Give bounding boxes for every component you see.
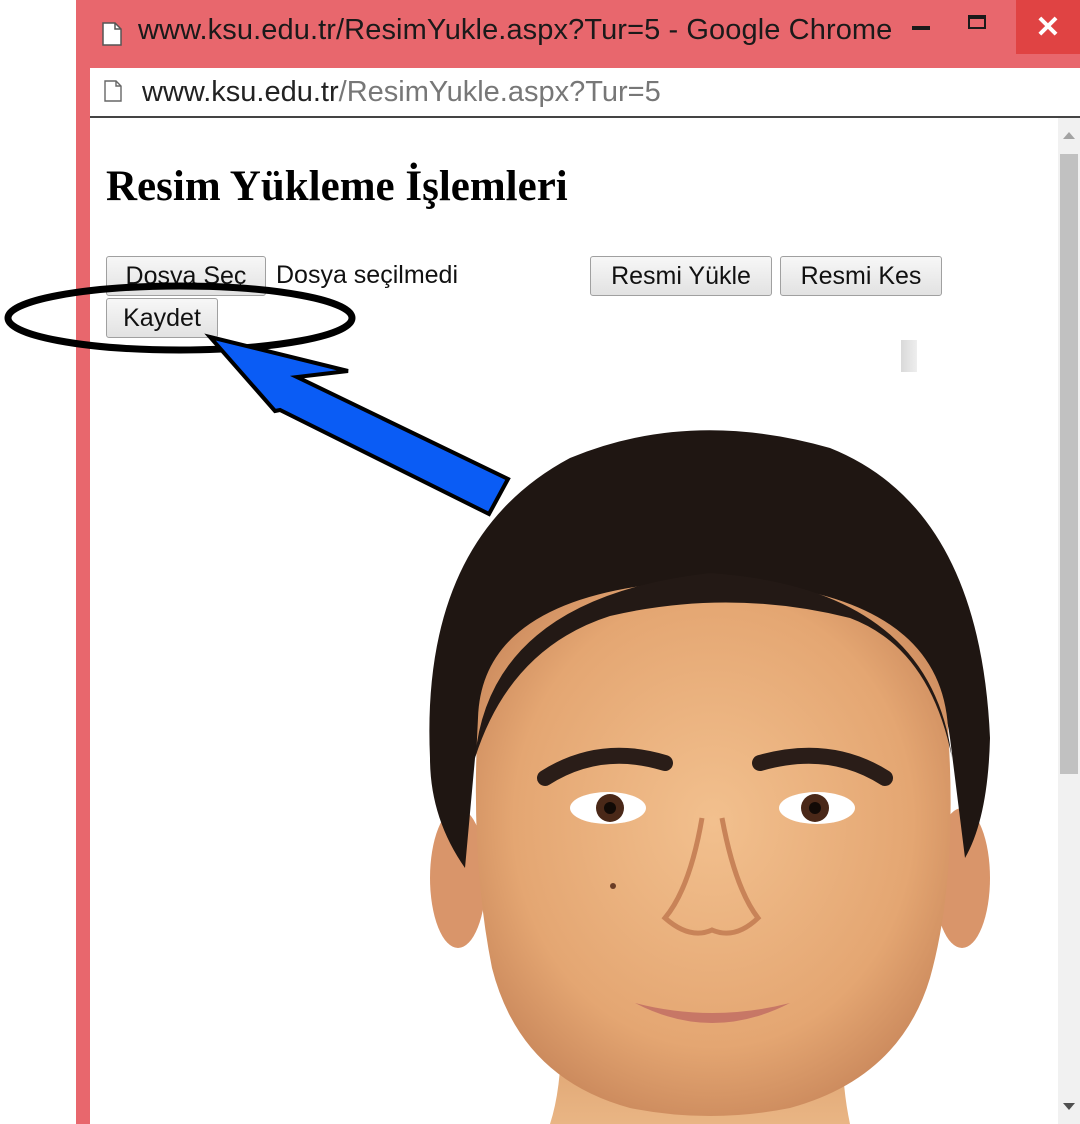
save-button[interactable]: Kaydet (106, 298, 218, 338)
page-icon (102, 22, 122, 46)
close-button[interactable]: ✕ (1016, 0, 1080, 54)
crop-image-button[interactable]: Resmi Kes (780, 256, 942, 296)
page-title: Resim Yükleme İşlemleri (106, 163, 568, 210)
url-text[interactable]: www.ksu.edu.tr/ResimYukle.aspx?Tur=5 (142, 76, 661, 109)
address-bar[interactable]: www.ksu.edu.tr/ResimYukle.aspx?Tur=5 (90, 68, 1080, 118)
minimize-button[interactable] (898, 6, 944, 46)
upload-image-button[interactable]: Resmi Yükle (590, 256, 772, 296)
title-bar[interactable]: www.ksu.edu.tr/ResimYukle.aspx?Tur=5 - G… (76, 0, 1080, 68)
crop-handle[interactable] (901, 340, 917, 372)
maximize-icon (968, 15, 986, 29)
scroll-down-arrow-icon[interactable] (1063, 1103, 1075, 1110)
url-path: /ResimYukle.aspx?Tur=5 (338, 76, 661, 108)
maximize-button[interactable] (954, 6, 1000, 46)
scroll-up-arrow-icon[interactable] (1063, 132, 1075, 139)
choose-file-button[interactable]: Dosya Seç (106, 256, 266, 296)
window-title: www.ksu.edu.tr/ResimYukle.aspx?Tur=5 - G… (138, 14, 893, 46)
page-icon (104, 80, 122, 102)
url-host: www.ksu.edu.tr (142, 76, 339, 108)
close-icon: ✕ (1035, 10, 1061, 44)
scroll-thumb[interactable] (1060, 154, 1078, 774)
browser-window: www.ksu.edu.tr/ResimYukle.aspx?Tur=5 - G… (76, 0, 1080, 1124)
page-content: Resim Yükleme İşlemleri Dosya Seç Dosya … (90, 118, 1080, 1124)
vertical-scrollbar[interactable] (1058, 118, 1080, 1124)
file-status-text: Dosya seçilmedi (276, 261, 459, 289)
minimize-icon (912, 26, 930, 30)
